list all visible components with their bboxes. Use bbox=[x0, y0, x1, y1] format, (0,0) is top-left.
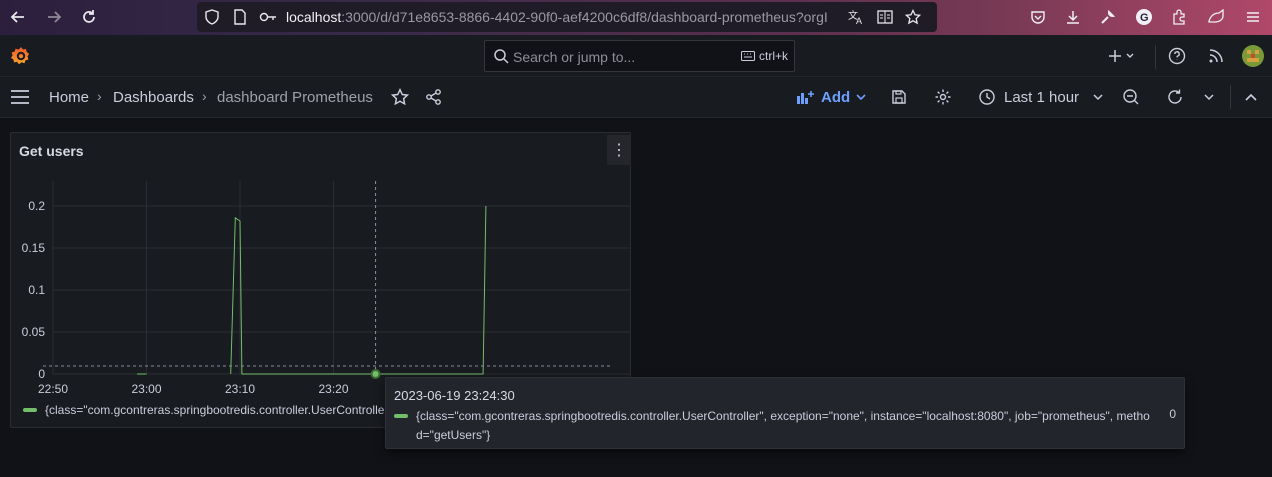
breadcrumb-home[interactable]: Home bbox=[49, 89, 89, 106]
hover-crosshair bbox=[43, 181, 611, 379]
profile-icon[interactable]: G bbox=[1133, 6, 1155, 28]
extensions-icon[interactable] bbox=[1168, 6, 1190, 28]
wrench-icon[interactable] bbox=[1097, 6, 1119, 28]
tooltip-value: 0 bbox=[1169, 407, 1176, 421]
breadcrumb-current: dashboard Prometheus bbox=[217, 89, 373, 106]
help-icon[interactable] bbox=[1166, 45, 1188, 67]
cat-icon[interactable] bbox=[1205, 6, 1227, 28]
y-tick-label: 0.2 bbox=[28, 199, 45, 213]
share-icon[interactable] bbox=[423, 86, 445, 108]
time-range-picker[interactable]: Last 1 hour bbox=[978, 87, 1103, 107]
gear-icon[interactable] bbox=[932, 86, 954, 108]
x-tick-label: 22:50 bbox=[38, 382, 68, 393]
new-plus-icon[interactable] bbox=[1107, 45, 1139, 67]
keyboard-icon bbox=[740, 51, 755, 61]
menu-toggle-icon[interactable] bbox=[9, 86, 31, 108]
profile-letter: G bbox=[1140, 12, 1149, 24]
tooltip-time: 2023-06-19 23:24:30 bbox=[394, 388, 515, 403]
add-panel-icon bbox=[797, 91, 814, 104]
browser-toolbar: localhost:3000/d/d71e8653-8866-4402-90f0… bbox=[0, 0, 1272, 35]
search-shortcut-label: ctrl+k bbox=[758, 49, 788, 63]
legend-swatch bbox=[23, 408, 37, 412]
add-button-label: Add bbox=[821, 88, 851, 106]
search-input[interactable]: Search or jump to... ctrl+k bbox=[484, 40, 795, 72]
back-arrow-icon[interactable] bbox=[6, 6, 30, 28]
star-icon[interactable] bbox=[389, 86, 411, 108]
chevron-down-icon bbox=[1093, 94, 1103, 101]
x-tick-label: 23:20 bbox=[318, 382, 348, 393]
y-tick-label: 0.05 bbox=[22, 325, 46, 339]
topbar-divider bbox=[1155, 45, 1156, 69]
grafana-topbar: Search or jump to... ctrl+k bbox=[0, 35, 1272, 77]
breadcrumb-dashboards[interactable]: Dashboards bbox=[113, 89, 194, 106]
save-icon[interactable] bbox=[888, 86, 910, 108]
rss-icon[interactable] bbox=[1205, 45, 1227, 67]
collapse-chevron-up-icon[interactable] bbox=[1240, 86, 1262, 108]
url-path: :3000/d/d71e8653-8866-4402-90f0-aef4200c… bbox=[341, 9, 828, 25]
y-tick-label: 0.1 bbox=[28, 283, 45, 297]
navbar-divider bbox=[1230, 85, 1231, 109]
y-axis-ticks: 0 0.05 0.1 0.15 0.2 bbox=[22, 199, 46, 381]
svg-text:A: A bbox=[856, 16, 862, 25]
chart-tooltip: 2023-06-19 23:24:30 {class="com.gcontrer… bbox=[385, 377, 1185, 449]
url-bar[interactable]: localhost:3000/d/d71e8653-8866-4402-90f0… bbox=[197, 2, 937, 32]
clock-icon bbox=[979, 89, 995, 105]
tooltip-series-label: {class="com.gcontreras.springbootredis.c… bbox=[416, 409, 1150, 442]
reload-icon[interactable] bbox=[77, 6, 101, 28]
x-tick-label: 23:00 bbox=[131, 382, 161, 393]
y-tick-label: 0.15 bbox=[22, 241, 46, 255]
legend-label: {class="com.gcontreras.springbootredis.c… bbox=[45, 403, 393, 417]
refresh-interval-chevron-icon[interactable] bbox=[1198, 86, 1220, 108]
download-icon[interactable] bbox=[1062, 6, 1084, 28]
url-text: localhost:3000/d/d71e8653-8866-4402-90f0… bbox=[286, 9, 831, 25]
hover-point bbox=[370, 369, 381, 379]
legend-item[interactable]: {class="com.gcontreras.springbootredis.c… bbox=[23, 403, 393, 417]
search-shortcut: ctrl+k bbox=[740, 49, 788, 63]
shield-icon[interactable] bbox=[203, 8, 221, 26]
zoom-out-icon[interactable] bbox=[1120, 86, 1142, 108]
search-icon bbox=[494, 49, 509, 64]
x-axis-ticks: 22:50 23:00 23:10 23:20 bbox=[38, 382, 349, 393]
tooltip-swatch bbox=[394, 414, 408, 418]
grafana-logo-icon[interactable] bbox=[10, 45, 32, 67]
page-icon[interactable] bbox=[231, 8, 249, 26]
menu-icon[interactable] bbox=[1242, 6, 1264, 28]
pocket-icon[interactable] bbox=[1027, 6, 1049, 28]
add-button[interactable]: Add bbox=[797, 87, 866, 107]
chevron-right-icon: › bbox=[202, 88, 207, 104]
key-icon[interactable] bbox=[259, 8, 277, 26]
chart-grid bbox=[52, 181, 631, 375]
url-host: localhost bbox=[286, 9, 342, 25]
star-icon[interactable] bbox=[904, 8, 922, 26]
time-range-label: Last 1 hour bbox=[1004, 88, 1080, 106]
chevron-down-icon bbox=[856, 94, 866, 101]
translate-icon[interactable]: 文A bbox=[848, 8, 866, 26]
time-series-chart[interactable]: 0 0.05 0.1 0.15 0.2 22:50 23:00 23:10 23:20 bbox=[11, 133, 632, 393]
y-tick-label: 0 bbox=[38, 367, 45, 381]
dashboard-navbar: Home › Dashboards › dashboard Prometheus… bbox=[0, 77, 1272, 118]
x-tick-label: 23:10 bbox=[225, 382, 255, 393]
chevron-right-icon: › bbox=[97, 88, 102, 104]
user-avatar-icon[interactable] bbox=[1242, 45, 1264, 67]
search-placeholder: Search or jump to... bbox=[513, 49, 636, 65]
reader-icon[interactable] bbox=[876, 8, 894, 26]
refresh-icon[interactable] bbox=[1164, 86, 1186, 108]
forward-arrow-icon[interactable] bbox=[42, 6, 66, 28]
